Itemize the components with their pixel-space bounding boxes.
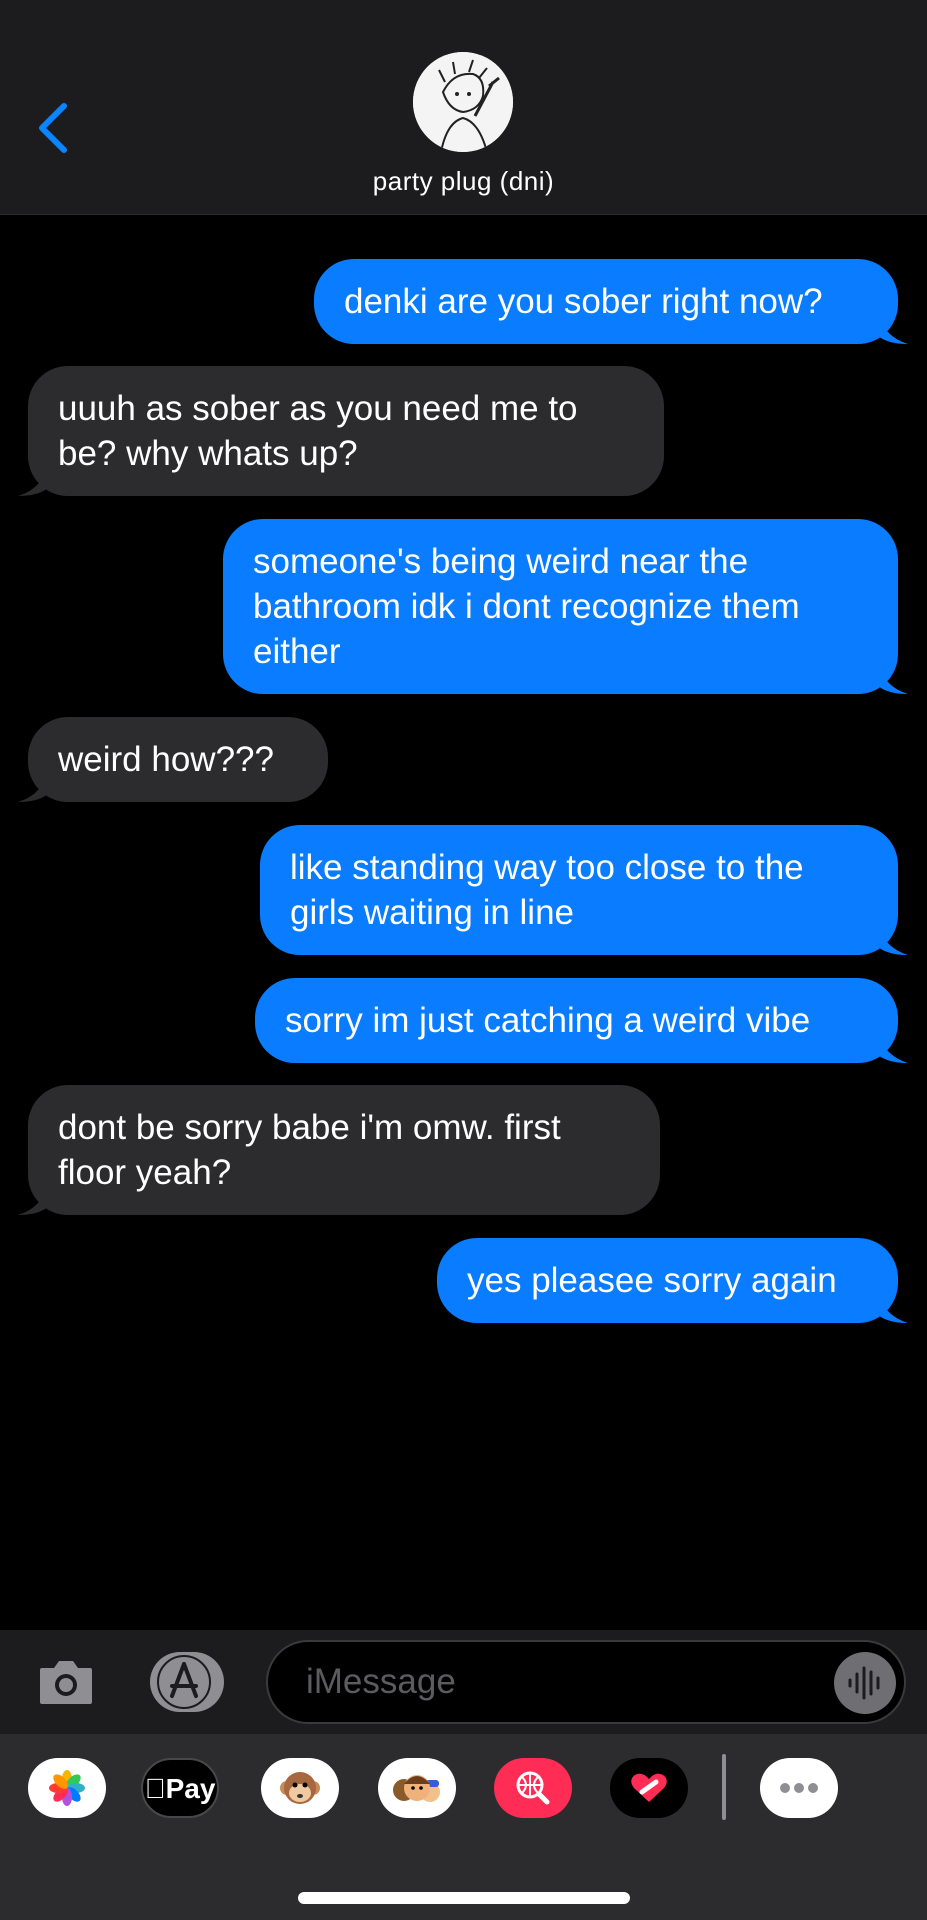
camera-icon [40, 1661, 92, 1704]
received-message[interactable]: dont be sorry babe i'm omw. first floor … [18, 1085, 660, 1215]
sent-message[interactable]: someone's being weird near the bathroom … [223, 519, 908, 694]
apple-logo-icon:  [145, 1773, 166, 1804]
camera-button[interactable] [36, 1652, 96, 1712]
bubble-tail [18, 768, 48, 802]
bubble-tail [878, 310, 908, 344]
apple-pay-button[interactable]: Pay [141, 1758, 219, 1818]
message-text: dont be sorry babe i'm omw. first floor … [58, 1108, 561, 1192]
message-text: weird how??? [58, 740, 274, 779]
more-icon [780, 1783, 818, 1793]
chevron-left-icon [39, 103, 67, 153]
message-placeholder: iMessage [306, 1662, 456, 1701]
message-text: uuuh as sober as you need me to be? why … [58, 389, 578, 473]
message-text: someone's being weird near the bathroom … [253, 542, 800, 671]
more-apps-button[interactable] [760, 1758, 838, 1818]
message-text: sorry im just catching a weird vibe [285, 1001, 811, 1040]
message-input[interactable]: iMessage [266, 1640, 906, 1724]
sent-message[interactable]: denki are you sober right now? [314, 259, 908, 344]
bubble-tail [18, 462, 48, 496]
received-message[interactable]: uuuh as sober as you need me to be? why … [18, 366, 664, 496]
contact-name[interactable]: party plug (dni) [0, 166, 927, 197]
message-text: like standing way too close to the girls… [290, 848, 804, 932]
bubble-tail [878, 1289, 908, 1323]
sent-message[interactable]: like standing way too close to the girls… [260, 825, 908, 955]
drawer-divider [722, 1754, 726, 1820]
web-search-icon [516, 1771, 550, 1805]
web-search-button[interactable] [494, 1758, 572, 1818]
animoji-button[interactable] [261, 1758, 339, 1818]
back-button[interactable] [34, 100, 74, 156]
animoji-icon [280, 1772, 320, 1804]
photos-icon [49, 1770, 85, 1806]
apple-pay-icon: Pay [143, 1773, 217, 1805]
app-store-icon [157, 1655, 211, 1709]
bubble-tail [878, 660, 908, 694]
digital-touch-button[interactable] [610, 1758, 688, 1818]
photos-app-button[interactable] [28, 1758, 106, 1818]
memoji-icon [393, 1775, 440, 1802]
conversation-header: party plug (dni) [0, 0, 927, 215]
bubble-tail [878, 921, 908, 955]
bubble-tail [18, 1181, 48, 1215]
audio-message-button[interactable] [834, 1652, 896, 1714]
memoji-button[interactable] [378, 1758, 456, 1818]
sent-message[interactable]: sorry im just catching a weird vibe [255, 978, 908, 1063]
app-drawer: Pay [0, 1734, 927, 1920]
message-thread: denki are you sober right now? uuuh as s… [0, 214, 927, 1630]
home-indicator[interactable] [298, 1892, 630, 1904]
app-store-button[interactable] [150, 1652, 224, 1712]
contact-avatar[interactable] [413, 52, 513, 152]
sent-message[interactable]: yes pleasee sorry again [437, 1238, 908, 1323]
bubble-tail [878, 1029, 908, 1063]
digital-touch-icon [631, 1773, 667, 1802]
composer-bar: iMessage [0, 1630, 927, 1734]
received-message[interactable]: weird how??? [18, 717, 328, 802]
avatar-sketch-image [413, 52, 513, 152]
message-text: yes pleasee sorry again [467, 1261, 837, 1300]
waveform-icon [848, 1666, 880, 1700]
apple-pay-label: Pay [155, 1773, 216, 1804]
message-text: denki are you sober right now? [344, 282, 823, 321]
